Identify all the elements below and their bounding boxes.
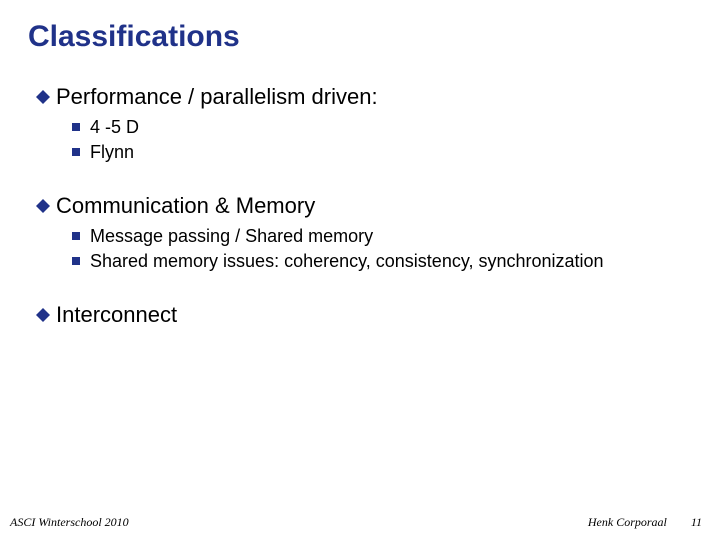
level2-group: Message passing / Shared memory Shared m… [36,225,692,272]
level1-text: Performance / parallelism driven: [56,84,378,110]
level2-text: Flynn [90,141,134,164]
bullet-level1: Interconnect [36,302,692,328]
level2-group: 4 -5 D Flynn [36,116,692,163]
level2-text: Shared memory issues: coherency, consist… [90,250,604,273]
bullet-level2: 4 -5 D [72,116,692,139]
bullet-level2: Shared memory issues: coherency, consist… [72,250,692,273]
square-icon [72,232,80,240]
slide-footer: ASCI Winterschool 2010 Henk Corporaal 11 [0,515,720,530]
square-icon [72,257,80,265]
slide-title: Classifications [28,20,692,54]
level1-text: Communication & Memory [56,193,315,219]
level2-text: Message passing / Shared memory [90,225,373,248]
bullet-level1: Performance / parallelism driven: [36,84,692,110]
footer-author: Henk Corporaal [588,515,667,530]
slide-content: Performance / parallelism driven: 4 -5 D… [28,84,692,328]
diamond-icon [36,90,50,104]
slide: Classifications Performance / parallelis… [0,0,720,540]
bullet-level2: Message passing / Shared memory [72,225,692,248]
square-icon [72,148,80,156]
bullet-level2: Flynn [72,141,692,164]
bullet-level1: Communication & Memory [36,193,692,219]
page-number: 11 [691,515,702,530]
footer-left: ASCI Winterschool 2010 [10,515,129,530]
level1-text: Interconnect [56,302,177,328]
level2-text: 4 -5 D [90,116,139,139]
square-icon [72,123,80,131]
footer-right: Henk Corporaal 11 [588,515,702,530]
diamond-icon [36,308,50,322]
diamond-icon [36,199,50,213]
